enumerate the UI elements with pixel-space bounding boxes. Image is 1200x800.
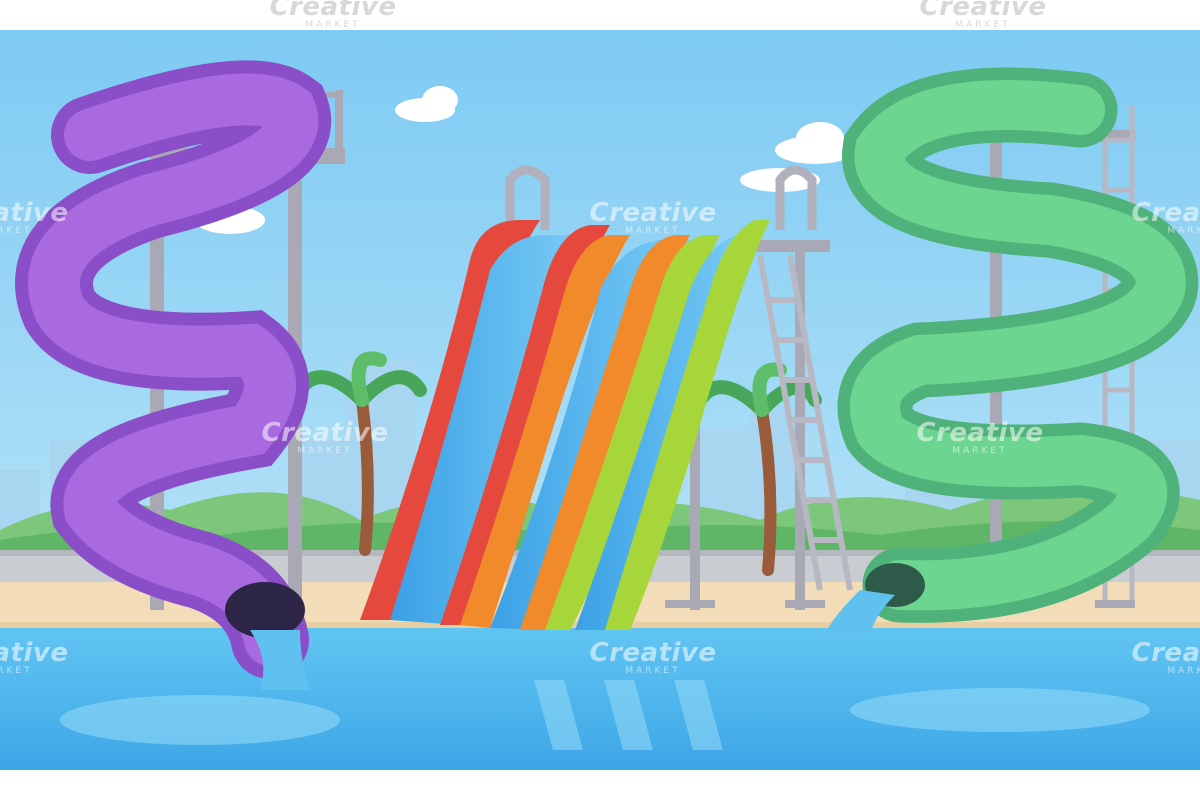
waterpark-scene [0,30,1200,770]
watermark-top-left: Creative MARKET [269,0,397,30]
waterpark-illustration [0,30,1200,770]
watermark-top-right: Creative MARKET [919,0,1047,30]
